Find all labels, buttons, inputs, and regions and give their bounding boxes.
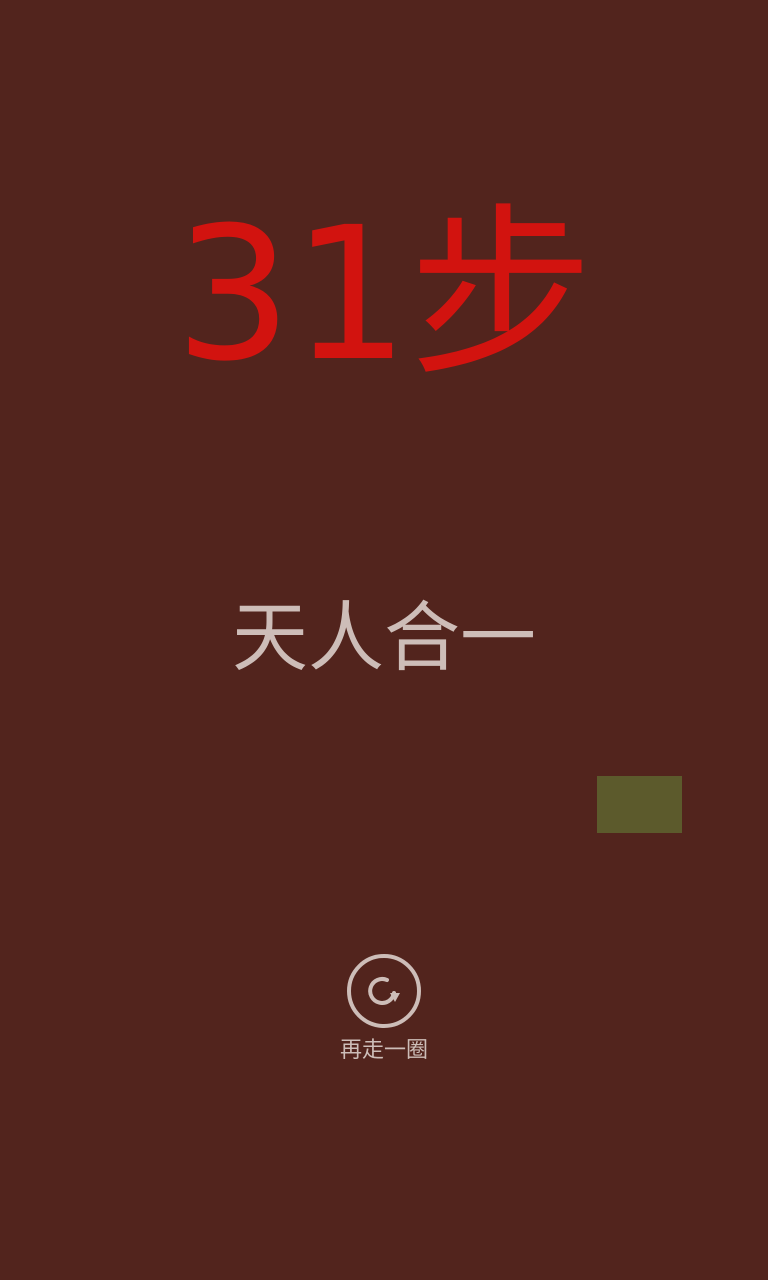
rank-title: 天人合一 xyxy=(232,593,536,682)
result-screen: 31步 天人合一 再走一圈 xyxy=(0,0,768,1280)
step-count: 31步 xyxy=(174,188,594,402)
replay-button[interactable]: 再走一圈 xyxy=(319,950,449,1074)
game-tile xyxy=(597,776,682,833)
replay-icon[interactable] xyxy=(346,953,422,1029)
replay-label[interactable]: 再走一圈 xyxy=(319,1036,449,1066)
